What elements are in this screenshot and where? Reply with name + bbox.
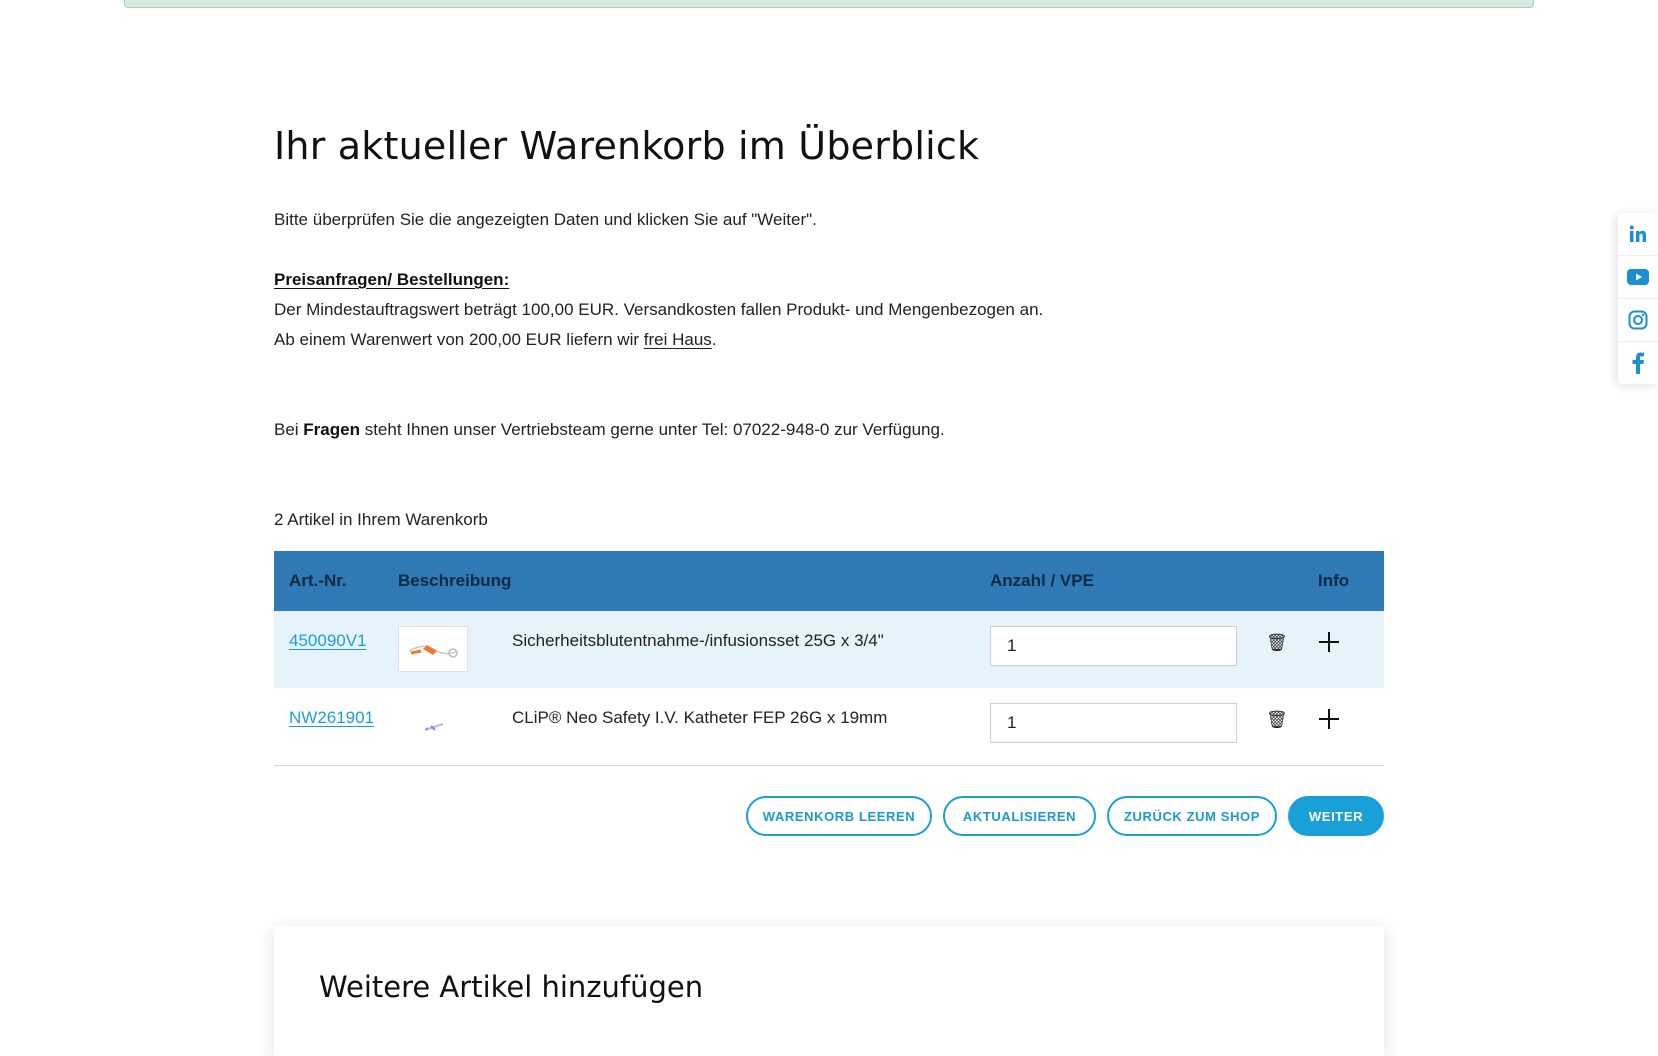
catheter-thumbnail (424, 723, 444, 731)
product-description: CLiP® Neo Safety I.V. Katheter FEP 26G x… (512, 708, 888, 727)
back-to-shop-button[interactable]: ZURÜCK ZUM SHOP (1107, 796, 1277, 836)
header-blank (512, 551, 990, 611)
contact-text: Bei Fragen steht Ihnen unser Vertriebste… (274, 420, 945, 440)
notification-bar (124, 0, 1534, 8)
quantity-input[interactable] (990, 703, 1237, 743)
page-title: Ihr aktueller Warenkorb im Überblick (274, 124, 980, 168)
plus-icon[interactable] (1318, 708, 1340, 735)
free-shipping-suffix: . (711, 330, 717, 349)
intro-text: Bitte überprüfen Sie die angezeigten Dat… (274, 210, 817, 229)
item-count: 2 Artikel in Ihrem Warenkorb (274, 510, 488, 529)
next-button[interactable]: WEITER (1288, 796, 1384, 836)
header-description: Beschreibung (398, 571, 512, 590)
table-row: 450090V1 Sicherheitsblutentnahme-/infusi… (274, 611, 1384, 688)
instagram-link[interactable] (1618, 299, 1658, 342)
contact-bold: Fragen (303, 420, 360, 439)
trash-icon[interactable]: 🗑 (1266, 710, 1288, 730)
header-info: Info (1304, 551, 1384, 611)
quantity-cell (990, 688, 1252, 765)
more-items-title: Weitere Artikel hinzufügen (319, 970, 704, 1004)
free-shipping-prefix: Ab einem Warenwert von 200,00 EUR liefer… (274, 330, 644, 349)
table-row: NW261901 CLiP® Neo Safety I.V. Katheter … (274, 688, 1384, 765)
free-shipping-text: Ab einem Warenwert von 200,00 EUR liefer… (274, 330, 717, 350)
cart-table: Art.-Nr. Beschreibung Anzahl / VPE Info … (274, 551, 1384, 766)
quantity-cell (990, 611, 1252, 688)
min-order-text: Der Mindestauftragswert beträgt 100,00 E… (274, 300, 1044, 319)
info-cell (1304, 611, 1384, 688)
delete-cell: 🗑 (1252, 611, 1304, 688)
youtube-link[interactable] (1618, 256, 1658, 299)
contact-suffix: steht Ihnen unser Vertriebsteam gerne un… (359, 420, 945, 439)
product-thumbnail[interactable] (398, 703, 468, 749)
infusion-set-thumbnail (408, 645, 458, 658)
artnr-link[interactable]: NW261901 (289, 708, 374, 728)
delete-cell: 🗑 (1252, 688, 1304, 765)
image-cell (398, 611, 512, 688)
facebook-link[interactable] (1618, 342, 1658, 384)
artnr-link[interactable]: 450090V1 (289, 631, 367, 651)
header-quantity: Anzahl / VPE (990, 571, 1094, 590)
instagram-icon (1628, 310, 1648, 330)
product-thumbnail[interactable] (398, 626, 468, 672)
header-delete (1252, 551, 1304, 611)
more-items-card: Weitere Artikel hinzufügen (274, 926, 1384, 1056)
quantity-input[interactable] (990, 626, 1237, 666)
header-artnr: Art.-Nr. (289, 571, 347, 590)
cart-actions: WARENKORB LEEREN AKTUALISIEREN ZURÜCK ZU… (746, 796, 1384, 836)
update-button[interactable]: AKTUALISIEREN (943, 796, 1096, 836)
linkedin-link[interactable] (1618, 213, 1658, 256)
description-cell: Sicherheitsblutentnahme-/infusionsset 25… (512, 611, 990, 688)
contact-prefix: Bei (274, 420, 304, 439)
image-cell (398, 688, 512, 765)
description-cell: CLiP® Neo Safety I.V. Katheter FEP 26G x… (512, 688, 990, 765)
product-description: Sicherheitsblutentnahme-/infusionsset 25… (512, 631, 884, 650)
info-cell (1304, 688, 1384, 765)
youtube-icon (1627, 269, 1649, 285)
clear-cart-button[interactable]: WARENKORB LEEREN (746, 796, 932, 836)
table-header-row: Art.-Nr. Beschreibung Anzahl / VPE Info (274, 551, 1384, 611)
facebook-icon (1632, 352, 1644, 374)
header-info-label: Info (1318, 571, 1350, 590)
artnr-cell: 450090V1 (274, 611, 398, 688)
artnr-cell: NW261901 (274, 688, 398, 765)
plus-icon[interactable] (1318, 631, 1340, 658)
trash-icon[interactable]: 🗑 (1266, 633, 1288, 653)
orders-subheading: Preisanfragen/ Bestellungen: (274, 270, 510, 289)
linkedin-icon (1629, 225, 1646, 242)
social-sidebar (1618, 213, 1658, 384)
free-shipping-link[interactable]: frei Haus (644, 330, 712, 349)
